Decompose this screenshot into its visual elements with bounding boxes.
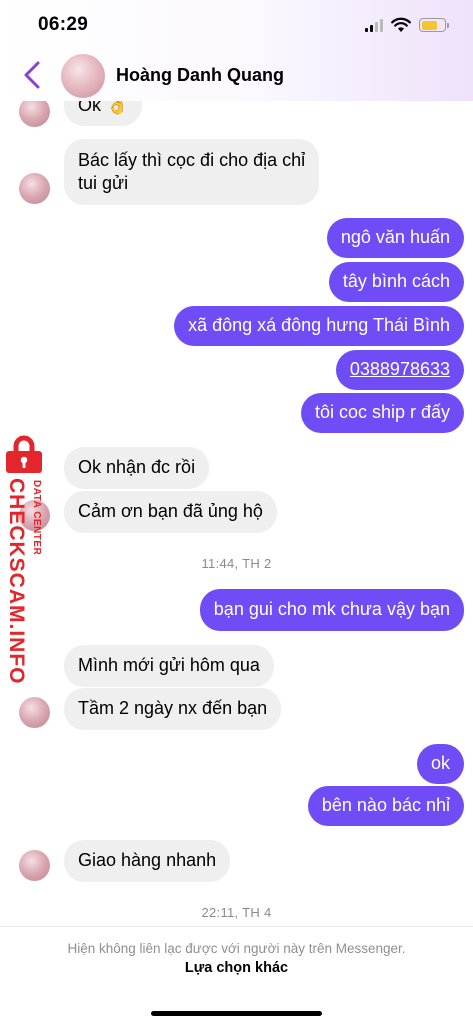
avatar[interactable] [19, 697, 50, 728]
message-outgoing-phone-link[interactable]: 0388978633 [335, 350, 464, 390]
message-incoming[interactable]: Giao hàng nhanh [64, 840, 231, 882]
message-incoming[interactable]: Cảm ơn bạn đã ủng hộ [64, 491, 277, 533]
lock-icon [6, 435, 42, 473]
cellular-signal-icon [365, 19, 385, 32]
message-outgoing[interactable]: ngô văn huấn [326, 218, 464, 258]
message-incoming[interactable]: Bác lấy thì cọc đi cho địa chỉ tui gửi [64, 139, 320, 205]
message-incoming[interactable]: Mình mới gửi hôm qua [64, 645, 274, 687]
message-outgoing[interactable]: bên nào bác nhỉ [307, 786, 464, 826]
footer: Hiện không liên lạc được với người này t… [0, 926, 473, 1024]
unavailable-notice: Hiện không liên lạc được với người này t… [67, 941, 406, 956]
timestamp: 22:11, TH 4 [201, 905, 272, 920]
avatar[interactable] [19, 850, 50, 881]
other-options-button[interactable]: Lựa chọn khác [0, 960, 473, 976]
contact-name[interactable]: Hoàng Danh Quang [116, 65, 284, 86]
contact-avatar[interactable] [61, 54, 105, 98]
status-time: 06:29 [38, 14, 89, 35]
status-bar: 06:29 [0, 0, 473, 50]
message-outgoing[interactable]: tây bình cách [328, 262, 464, 302]
wifi-icon [391, 17, 411, 32]
message-outgoing[interactable]: bạn gui cho mk chưa vậy bạn [199, 589, 464, 631]
message-incoming[interactable]: Tầm 2 ngày nx đến bạn [64, 688, 282, 730]
message-outgoing[interactable]: ok [416, 744, 464, 784]
message-outgoing[interactable]: xã đông xá đông hưng Thái Bình [174, 306, 464, 346]
back-arrow-icon[interactable] [18, 58, 46, 92]
avatar[interactable] [19, 500, 50, 531]
avatar[interactable] [19, 173, 50, 204]
home-indicator[interactable] [151, 1011, 322, 1016]
battery-icon [419, 18, 446, 32]
message-outgoing[interactable]: tôi coc ship r đấy [300, 393, 464, 433]
timestamp: 11:44, TH 2 [201, 556, 272, 571]
message-incoming[interactable]: Ok nhận đc rồi [64, 447, 210, 489]
watermark: CHECKSCAM.INFO DATA CENTER [0, 432, 60, 685]
